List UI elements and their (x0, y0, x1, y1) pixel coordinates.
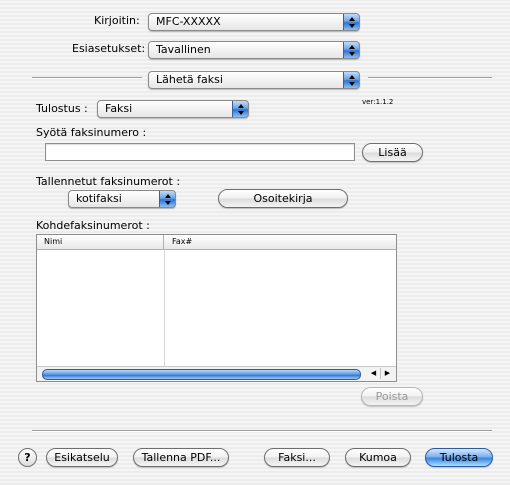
cancel-button[interactable]: Kumoa (345, 448, 411, 467)
printer-select[interactable]: MFC-XXXXX (148, 13, 360, 31)
preview-button[interactable]: Esikatselu (46, 448, 118, 467)
fax-number-input[interactable] (45, 143, 355, 161)
scrollbar-thumb[interactable] (42, 369, 361, 380)
column-header-name[interactable]: Nimi (37, 235, 164, 249)
popup-arrows-icon (343, 14, 359, 30)
printer-label: Kirjoitin: (94, 14, 140, 27)
column-header-fax[interactable]: Fax# (165, 235, 396, 249)
popup-arrows-icon (232, 101, 248, 117)
destinations-table[interactable]: Nimi Fax# ◀ ▶ (36, 234, 397, 382)
delete-button[interactable]: Poista (361, 387, 423, 406)
destinations-label: Kohdefaksinumerot : (36, 219, 150, 232)
scroll-left-arrow-icon[interactable]: ◀ (367, 368, 380, 379)
popup-arrows-icon (159, 191, 175, 207)
print-button[interactable]: Tulosta (425, 448, 493, 467)
horizontal-scrollbar[interactable]: ◀ ▶ (37, 366, 396, 381)
table-header: Nimi Fax# (37, 235, 396, 250)
output-label: Tulostus : (36, 102, 88, 115)
presets-value: Tavallinen (156, 43, 211, 56)
stored-value: kotifaksi (76, 192, 122, 205)
footer-separator (32, 430, 492, 432)
panel-value: Lähetä faksi (156, 73, 223, 86)
help-button[interactable]: ? (18, 448, 37, 467)
fax-entry-label: Syötä faksinumero : (36, 126, 147, 139)
add-button[interactable]: Lisää (362, 143, 423, 162)
popup-arrows-icon (343, 72, 359, 88)
save-pdf-button[interactable]: Tallenna PDF... (133, 448, 229, 467)
panel-select[interactable]: Lähetä faksi (148, 71, 360, 89)
stored-select[interactable]: kotifaksi (68, 190, 176, 208)
printer-value: MFC-XXXXX (156, 15, 221, 28)
output-select[interactable]: Faksi (97, 100, 249, 118)
version-label: ver:1.1.2 (362, 98, 394, 106)
stored-label: Tallennetut faksinumerot : (36, 175, 181, 188)
presets-label: Esiasetukset: (72, 42, 146, 55)
output-value: Faksi (105, 102, 133, 115)
addressbook-button[interactable]: Osoitekirja (218, 189, 348, 208)
popup-arrows-icon (343, 42, 359, 58)
scroll-right-arrow-icon[interactable]: ▶ (380, 368, 394, 379)
table-body[interactable] (37, 250, 396, 367)
presets-select[interactable]: Tavallinen (148, 41, 360, 59)
column-divider (164, 250, 165, 367)
fax-button[interactable]: Faksi... (264, 448, 330, 467)
separator-left (32, 77, 142, 79)
separator-right (368, 77, 492, 79)
